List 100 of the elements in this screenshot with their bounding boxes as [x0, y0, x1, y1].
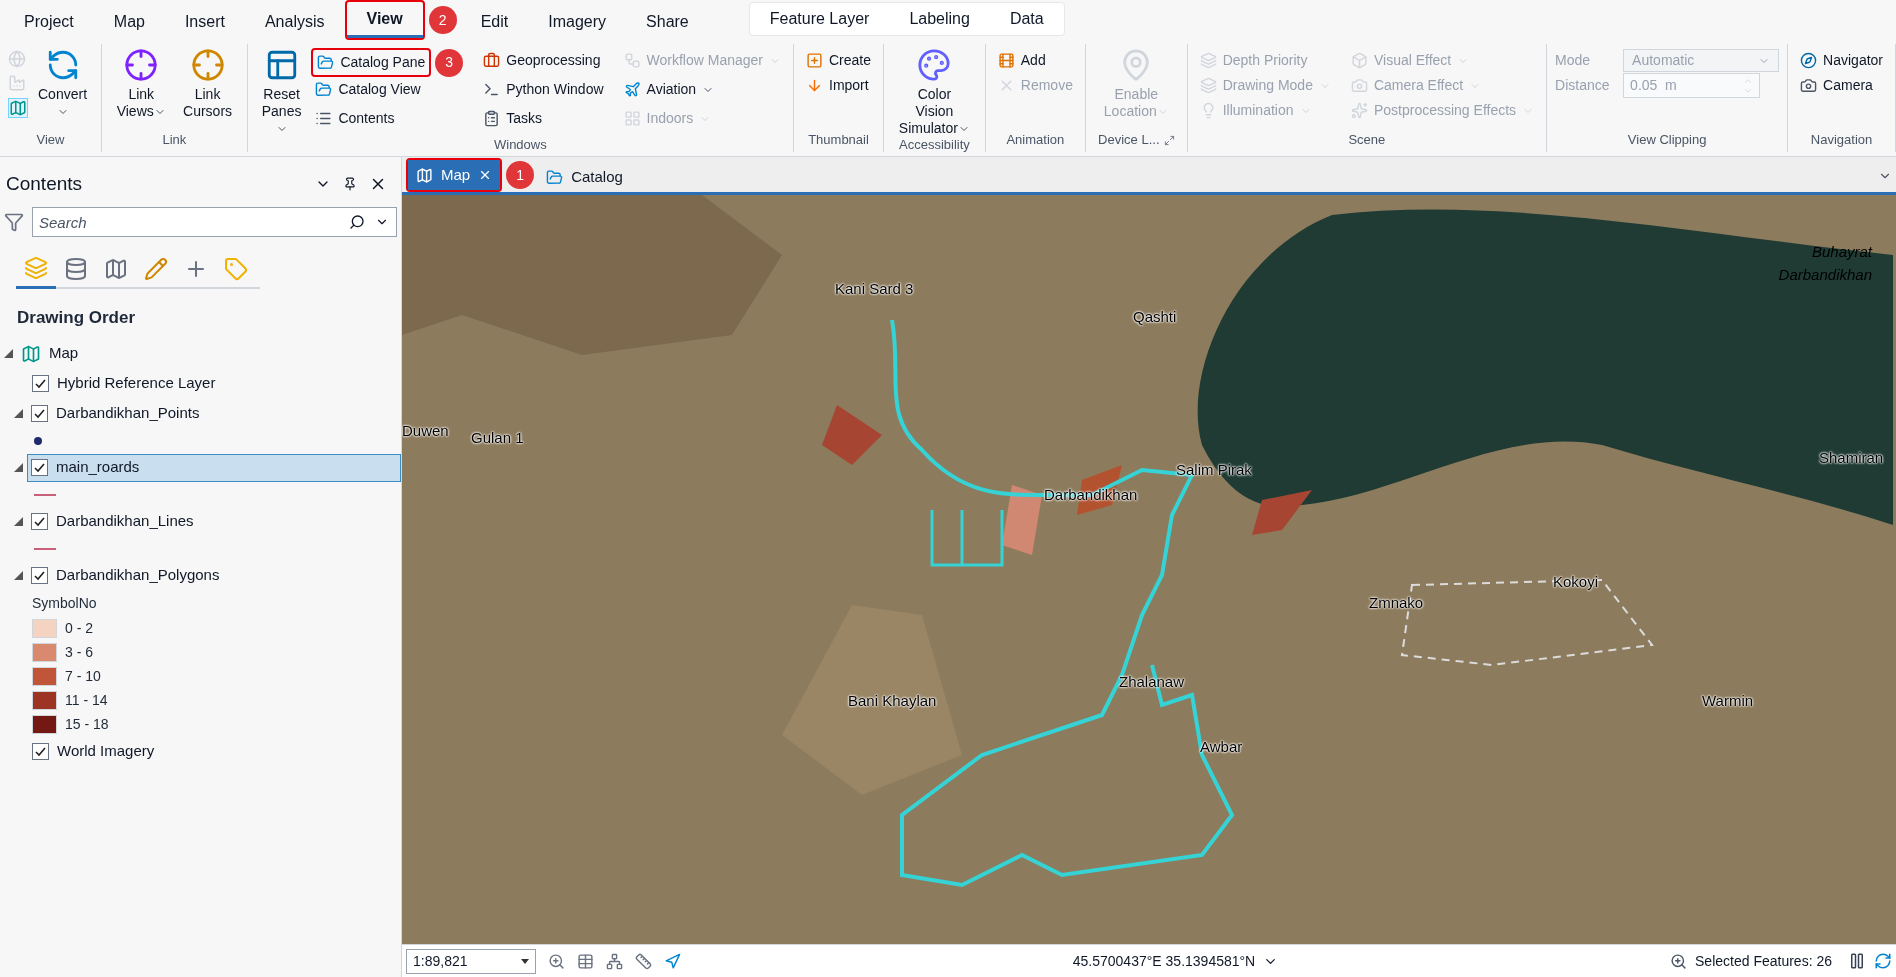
ribbon-large-button[interactable]: Color Vision Simulator — [892, 48, 977, 137]
ribbon-large-button[interactable]: Reset Panes — [255, 48, 308, 137]
layer-name: Hybrid Reference Layer — [57, 373, 216, 394]
expander-icon[interactable] — [14, 409, 23, 418]
pin-icon[interactable] — [343, 177, 357, 191]
layer-checkbox[interactable] — [31, 459, 48, 476]
map-icon[interactable] — [8, 98, 28, 118]
document-tab[interactable]: Catalog — [538, 162, 631, 192]
place-label: Warmin — [1702, 691, 1754, 711]
scale-dropdown[interactable]: 1:89,821 — [406, 948, 536, 974]
ribbon-large-button[interactable]: Link Cursors — [176, 48, 239, 120]
zoom-to-selection-icon[interactable] — [1670, 952, 1687, 970]
layer-row[interactable]: Darbandikhan_Lines — [27, 507, 401, 536]
checkmark-icon — [35, 746, 46, 757]
checkmark-icon — [34, 408, 45, 419]
ribbon-button[interactable]: Contents — [311, 106, 468, 131]
workflow-icon — [623, 52, 641, 69]
layer-row[interactable]: main_roards — [27, 453, 401, 482]
place-label: Gulan 1 — [471, 428, 524, 448]
ribbon-button[interactable]: Geoprocessing — [479, 48, 608, 73]
group-label: View Clipping — [1627, 131, 1707, 150]
ribbon-button[interactable]: Aviation — [619, 77, 785, 102]
crosshair-icon — [124, 48, 159, 82]
ribbon-button[interactable]: Navigator — [1796, 48, 1887, 73]
film-icon — [997, 52, 1015, 69]
checkmark-icon — [35, 378, 46, 389]
zoom-icon[interactable] — [548, 952, 565, 970]
layer-name: World Imagery — [57, 741, 155, 762]
camera-icon — [1800, 77, 1818, 94]
layer-checkbox[interactable] — [31, 513, 48, 530]
document-tab[interactable]: Map — [408, 160, 501, 190]
pause-icon[interactable] — [1848, 952, 1866, 970]
place-label: Bani Khaylan — [848, 691, 937, 711]
ribbon-button[interactable]: Create — [802, 48, 876, 73]
terminal-icon — [483, 81, 501, 98]
layer-checkbox[interactable] — [32, 743, 49, 760]
legend-class-label: 3 - 6 — [65, 643, 93, 662]
expander-icon[interactable] — [14, 517, 23, 526]
ribbon-button[interactable]: Camera — [1796, 73, 1887, 98]
launcher-icon[interactable] — [1163, 134, 1175, 146]
ribbon-tab[interactable]: Project — [4, 4, 94, 40]
expander-icon[interactable] — [14, 463, 23, 472]
expander-icon[interactable] — [4, 349, 13, 358]
filter-icon[interactable] — [4, 212, 24, 232]
map-icon — [416, 166, 433, 184]
ribbon-large-button[interactable]: Convert — [32, 48, 94, 120]
cube-icon — [1350, 52, 1368, 69]
ribbon-button[interactable]: Import — [802, 73, 876, 98]
checkmark-icon — [34, 516, 45, 527]
clipboard-icon — [483, 110, 501, 127]
ribbon-tab[interactable]: Feature Layer — [749, 3, 890, 35]
layer-checkbox[interactable] — [31, 405, 48, 422]
layer-row[interactable]: Hybrid Reference Layer — [28, 369, 401, 398]
expander-icon[interactable] — [14, 571, 23, 580]
layer-checkbox[interactable] — [31, 567, 48, 584]
network-icon[interactable] — [606, 952, 623, 970]
ribbon-tab[interactable]: Insert — [164, 4, 245, 40]
refresh-icon[interactable] — [1874, 952, 1892, 970]
ribbon-large-button[interactable]: Link Views — [110, 48, 173, 120]
ribbon-tab[interactable]: Imagery — [528, 4, 627, 40]
ribbon-tab[interactable]: Edit — [460, 4, 529, 40]
group-label: View — [36, 131, 65, 150]
ribbon-tab[interactable]: Data — [989, 3, 1064, 35]
palette-icon — [917, 48, 952, 82]
place-label: Zmnako — [1369, 593, 1424, 613]
ribbon-button[interactable]: Python Window — [479, 77, 608, 102]
layers-icon — [24, 255, 48, 280]
layer-name: Darbandikhan_Lines — [56, 511, 194, 532]
layer-row[interactable]: Darbandikhan_Polygons — [27, 561, 401, 590]
group-label: Link — [162, 131, 187, 150]
ribbon-tab[interactable]: Labeling — [889, 3, 990, 35]
map-icon — [104, 257, 128, 281]
search-icon[interactable] — [349, 214, 365, 230]
ribbon-button[interactable]: Catalog Pane — [313, 50, 430, 75]
ribbon-button[interactable]: Tasks — [479, 106, 608, 131]
layers-icon — [1199, 52, 1217, 69]
ribbon-tab[interactable]: Analysis — [244, 4, 345, 40]
legend-field-name: SymbolNo — [32, 594, 98, 613]
tag-icon — [224, 257, 248, 281]
checkmark-icon — [34, 462, 45, 473]
place-label: Qashti — [1133, 307, 1177, 327]
ruler-icon[interactable] — [635, 952, 652, 970]
ribbon-tab[interactable]: Share — [626, 4, 709, 40]
group-label: Navigation — [1810, 131, 1873, 150]
tree-item-label[interactable]: Map — [49, 342, 79, 365]
pencil-icon — [144, 257, 168, 281]
layer-row[interactable]: World Imagery — [28, 737, 401, 766]
table-icon[interactable] — [577, 952, 594, 970]
database-icon — [64, 257, 88, 281]
layer-row[interactable]: Darbandikhan_Points — [27, 399, 401, 428]
layer-checkbox[interactable] — [32, 375, 49, 392]
map-icon — [21, 343, 41, 364]
legend-class-label: 7 - 10 — [65, 667, 101, 686]
coordinates-text: 45.5700437°E 35.1394581°N — [1072, 951, 1256, 971]
north-arrow-icon[interactable] — [664, 952, 681, 970]
search-field[interactable]: Search — [32, 207, 397, 237]
ribbon-button[interactable]: Add — [993, 48, 1077, 73]
ribbon-tab[interactable]: Map — [93, 4, 165, 40]
ribbon-button[interactable]: Catalog View — [311, 77, 468, 102]
folder-icon — [317, 54, 335, 71]
